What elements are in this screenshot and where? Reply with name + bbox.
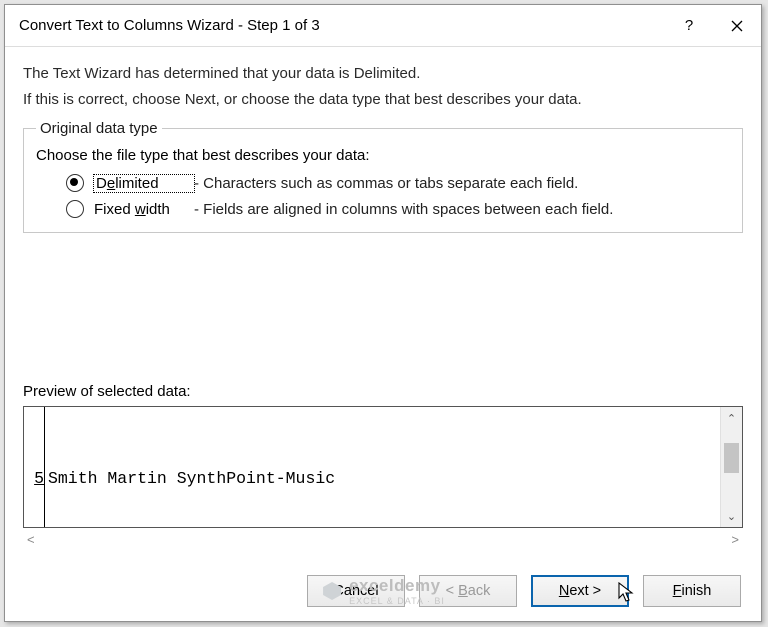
close-icon bbox=[731, 20, 743, 32]
scroll-right-icon[interactable]: > bbox=[731, 532, 739, 547]
spacer bbox=[23, 233, 743, 365]
intro-text: The Text Wizard has determined that your… bbox=[23, 61, 743, 112]
preview-label: Preview of selected data: bbox=[23, 383, 743, 400]
radio-delimited[interactable]: Delimited - Characters such as commas or… bbox=[36, 170, 730, 196]
content-area: The Text Wizard has determined that your… bbox=[5, 47, 761, 563]
preview-box: 5Smith Martin SynthPoint-Music 6Thoms Ad… bbox=[23, 406, 743, 528]
radio-fixed-label: Fixed width bbox=[94, 201, 194, 218]
scroll-up-icon[interactable]: ⌃ bbox=[721, 407, 742, 429]
back-button: < Back bbox=[419, 575, 517, 607]
button-row: Cancel < Back Next > Finish bbox=[5, 563, 761, 621]
titlebar: Convert Text to Columns Wizard - Step 1 … bbox=[5, 5, 761, 47]
preview-vertical-scrollbar[interactable]: ⌃ ⌄ bbox=[720, 407, 742, 527]
intro-line-2: If this is correct, choose Next, or choo… bbox=[23, 87, 743, 113]
scroll-down-icon[interactable]: ⌄ bbox=[721, 505, 742, 527]
group-legend: Original data type bbox=[36, 120, 162, 137]
scroll-thumb[interactable] bbox=[724, 443, 739, 473]
help-button[interactable]: ? bbox=[665, 5, 713, 47]
original-data-type-group: Original data type Choose the file type … bbox=[23, 120, 743, 233]
radio-fixed-desc: - Fields are aligned in columns with spa… bbox=[194, 201, 613, 218]
intro-line-1: The Text Wizard has determined that your… bbox=[23, 61, 743, 87]
scroll-left-icon[interactable]: < bbox=[27, 532, 35, 547]
preview-content: 5Smith Martin SynthPoint-Music 6Thoms Ad… bbox=[24, 407, 720, 527]
choose-filetype-label: Choose the file type that best describes… bbox=[36, 147, 730, 164]
preview-row: 5Smith Martin SynthPoint-Music bbox=[28, 469, 720, 489]
radio-indicator-checked bbox=[66, 174, 84, 192]
radio-fixed-width[interactable]: Fixed width - Fields are aligned in colu… bbox=[36, 196, 730, 222]
close-button[interactable] bbox=[713, 5, 761, 47]
preview-horizontal-scrollbar[interactable]: < > bbox=[23, 528, 743, 551]
cancel-button[interactable]: Cancel bbox=[307, 575, 405, 607]
window-title: Convert Text to Columns Wizard - Step 1 … bbox=[19, 17, 665, 34]
wizard-dialog: Convert Text to Columns Wizard - Step 1 … bbox=[4, 4, 762, 622]
next-button[interactable]: Next > bbox=[531, 575, 629, 607]
finish-button[interactable]: Finish bbox=[643, 575, 741, 607]
preview-ruler bbox=[44, 407, 45, 527]
radio-delimited-desc: - Characters such as commas or tabs sepa… bbox=[194, 175, 578, 192]
radio-delimited-label: Delimited bbox=[94, 175, 194, 192]
radio-indicator bbox=[66, 200, 84, 218]
